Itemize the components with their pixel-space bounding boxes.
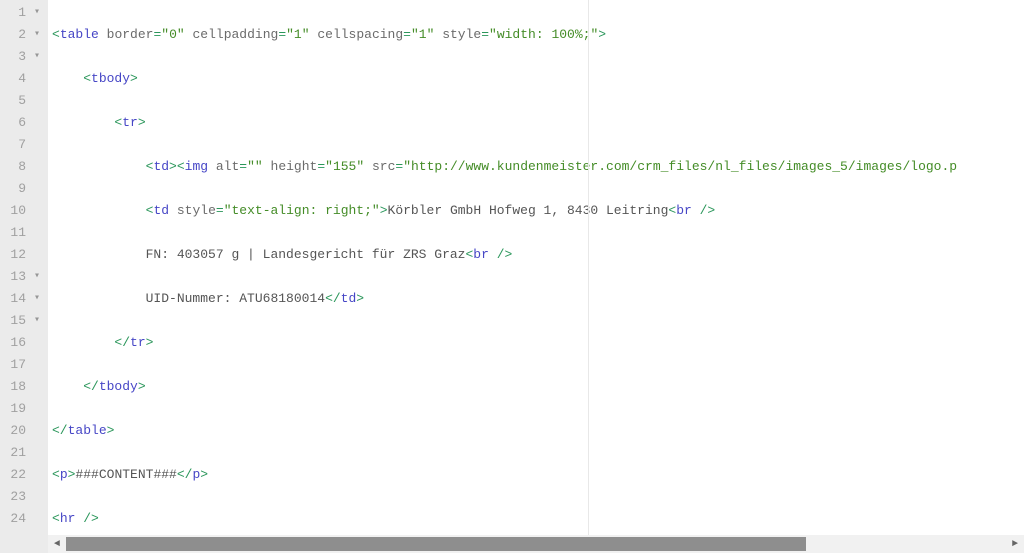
line-number: 16 <box>4 332 40 354</box>
code-line: <p>###CONTENT###</p> <box>52 464 1024 486</box>
line-number: 19 <box>4 398 40 420</box>
line-number: 6 <box>4 112 40 134</box>
line-number: 18 <box>4 376 40 398</box>
line-number: 20 <box>4 420 40 442</box>
code-line: </tbody> <box>52 376 1024 398</box>
fold-toggle-icon[interactable]: ▾ <box>30 310 40 332</box>
scrollbar-thumb[interactable] <box>66 537 806 551</box>
code-line: </tr> <box>52 332 1024 354</box>
code-editor: 1▾2▾3▾45678910111213▾14▾15▾1617181920212… <box>0 0 1024 553</box>
fold-toggle-icon[interactable]: ▾ <box>30 266 40 288</box>
line-number: 13▾ <box>4 266 40 288</box>
fold-toggle-icon[interactable]: ▾ <box>30 2 40 24</box>
code-line: FN: 403057 g | Landesgericht für ZRS Gra… <box>52 244 1024 266</box>
line-number: 15▾ <box>4 310 40 332</box>
fold-toggle-icon[interactable]: ▾ <box>30 288 40 310</box>
line-number: 17 <box>4 354 40 376</box>
code-line: </table> <box>52 420 1024 442</box>
code-line: <tbody> <box>52 68 1024 90</box>
line-number: 23 <box>4 486 40 508</box>
line-number: 21 <box>4 442 40 464</box>
code-line: <table border="0" cellpadding="1" cellsp… <box>52 24 1024 46</box>
scroll-left-arrow-icon[interactable]: ◄ <box>48 535 66 553</box>
line-number: 5 <box>4 90 40 112</box>
line-number: 9 <box>4 178 40 200</box>
code-line: <hr /> <box>52 508 1024 530</box>
code-line: <td><img alt="" height="155" src="http:/… <box>52 156 1024 178</box>
line-number-gutter: 1▾2▾3▾45678910111213▾14▾15▾1617181920212… <box>0 0 48 553</box>
line-number: 14▾ <box>4 288 40 310</box>
scroll-right-arrow-icon[interactable]: ► <box>1006 535 1024 553</box>
line-number: 12 <box>4 244 40 266</box>
line-number: 1▾ <box>4 2 40 24</box>
line-number: 22 <box>4 464 40 486</box>
line-number: 7 <box>4 134 40 156</box>
scrollbar-track[interactable] <box>66 535 1006 553</box>
line-number: 24 <box>4 508 40 530</box>
code-line: <tr> <box>52 112 1024 134</box>
code-line: UID-Nummer: ATU68180014</td> <box>52 288 1024 310</box>
line-number: 8 <box>4 156 40 178</box>
code-content[interactable]: <table border="0" cellpadding="1" cellsp… <box>48 0 1024 535</box>
horizontal-scrollbar[interactable]: ◄ ► <box>48 535 1024 553</box>
code-area[interactable]: <table border="0" cellpadding="1" cellsp… <box>48 0 1024 553</box>
line-number: 3▾ <box>4 46 40 68</box>
line-number: 4 <box>4 68 40 90</box>
code-line: <td style="text-align: right;">Körbler G… <box>52 200 1024 222</box>
line-number: 11 <box>4 222 40 244</box>
fold-toggle-icon[interactable]: ▾ <box>30 24 40 46</box>
fold-toggle-icon[interactable]: ▾ <box>30 46 40 68</box>
line-number: 2▾ <box>4 24 40 46</box>
line-number: 10 <box>4 200 40 222</box>
